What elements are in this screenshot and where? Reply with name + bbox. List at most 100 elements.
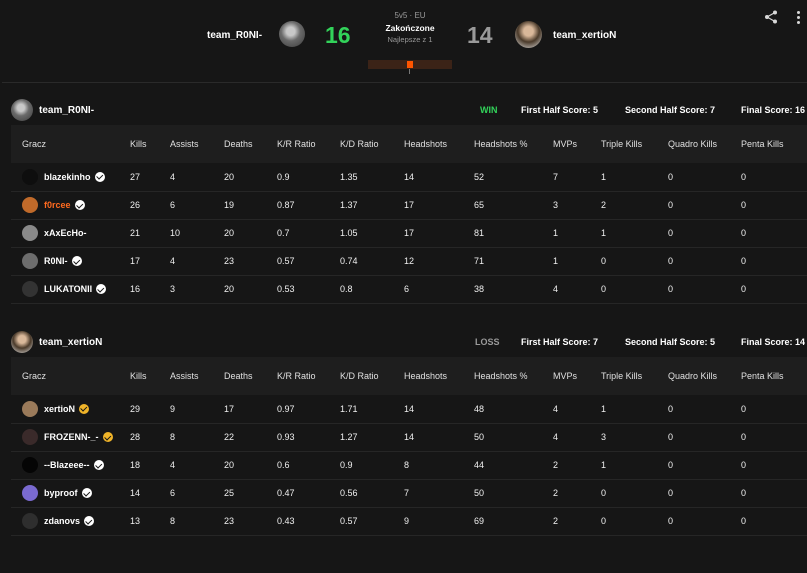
player-avatar[interactable] [22,513,38,529]
result-label: LOSS [475,337,500,347]
team-summary-bar: team_xertioN LOSS First Half Score: 7 Se… [11,329,807,357]
player-name[interactable]: --Blazeee-- [44,460,90,470]
column-header[interactable]: Kills [130,125,170,163]
stat-cell: 0 [668,451,741,480]
team-b-avatar[interactable] [515,21,542,48]
stat-cell: 2 [601,191,668,220]
player-avatar[interactable] [22,168,38,185]
stat-cell: 6 [404,275,474,304]
player-name[interactable]: LUKATONII [44,284,92,294]
column-header[interactable]: Headshots % [474,125,553,163]
column-header[interactable]: Triple Kills [601,125,668,163]
player-name[interactable]: R0NI- [44,256,68,266]
stat-cell: 0 [668,395,741,424]
column-header[interactable]: MVPs [553,357,601,395]
player-cell: byproof [11,479,130,508]
player-avatar[interactable] [22,457,38,473]
column-header[interactable]: Assists [170,357,224,395]
column-header[interactable]: Assists [170,125,224,163]
stat-cell: 0.74 [340,247,404,276]
stat-cell: 0.97 [277,395,340,424]
verified-badge-icon [102,432,113,442]
column-header[interactable]: K/D Ratio [340,125,404,163]
header-team-b-name[interactable]: team_xertioN [553,30,616,41]
player-avatar[interactable] [22,429,38,445]
stat-cell: 4 [170,247,224,276]
player-avatar[interactable] [22,485,38,501]
stat-cell: 3 [170,275,224,304]
timeline-stem [409,69,410,74]
stat-cell: 38 [474,275,553,304]
column-header[interactable]: Gracz [11,357,130,395]
column-header[interactable]: Headshots % [474,357,553,395]
stat-cell: 22 [224,423,277,452]
column-header[interactable]: Deaths [224,125,277,163]
stat-cell: 1 [553,219,601,248]
player-name[interactable]: f0rcee [44,200,71,210]
player-cell: f0rcee [11,191,130,220]
timeline-marker [407,61,413,68]
scoreboard-table: Gracz Kills Assists Deaths K/R Ratio K/D Rati… [11,357,807,536]
header-team-a-name[interactable]: team_R0NI- [207,30,262,41]
column-header[interactable]: Headshots [404,125,474,163]
stat-cell: 44 [474,451,553,480]
stat-cell: 0.8 [340,275,404,304]
column-header[interactable]: MVPs [553,125,601,163]
stat-cell: 1 [553,247,601,276]
column-header[interactable]: Kills [130,357,170,395]
stat-cell: 20 [224,275,277,304]
column-header[interactable]: K/D Ratio [340,357,404,395]
player-name[interactable]: FROZENN-_- [44,432,99,442]
player-avatar[interactable] [22,400,38,417]
player-name[interactable]: blazekinho [44,172,91,182]
stat-cell: 21 [130,219,170,248]
stat-cell: 14 [404,395,474,424]
stat-cell: 1.35 [340,163,404,192]
stat-cell: 13 [130,507,170,536]
stat-cell: 17 [130,247,170,276]
column-header[interactable]: K/R Ratio [277,125,340,163]
stat-cell: 0 [601,247,668,276]
share-icon[interactable] [764,10,778,24]
column-header[interactable]: Penta Kills [741,125,807,163]
column-header[interactable]: K/R Ratio [277,357,340,395]
stat-cell: 20 [224,451,277,480]
stat-cell: 1.37 [340,191,404,220]
stat-cell: 0.9 [340,451,404,480]
column-header[interactable]: Triple Kills [601,357,668,395]
team-avatar[interactable] [11,99,33,121]
second-half-score: Second Half Score: 5 [625,337,716,347]
column-header[interactable]: Deaths [224,357,277,395]
team-a-avatar[interactable] [279,21,305,47]
stat-cell: 9 [404,507,474,536]
column-header[interactable]: Gracz [11,125,130,163]
more-vertical-icon[interactable] [797,11,801,26]
scoreboard-table: Gracz Kills Assists Deaths K/R Ratio K/D Rati… [11,125,807,304]
player-name[interactable]: byproof [44,488,78,498]
player-name[interactable]: xAxEcHo- [44,228,87,238]
stat-cell: 1 [601,451,668,480]
stat-cell: 1 [601,163,668,192]
player-avatar[interactable] [22,197,38,213]
stat-cell: 0 [741,247,807,276]
column-header[interactable]: Penta Kills [741,357,807,395]
player-avatar[interactable] [22,225,38,241]
stat-cell: 81 [474,219,553,248]
stat-cell: 9 [170,395,224,424]
team-name[interactable]: team_xertioN [39,337,102,348]
column-header[interactable]: Quadro Kills [668,357,741,395]
team-avatar[interactable] [11,331,33,353]
team-name[interactable]: team_R0NI- [39,105,94,116]
stat-cell: 10 [170,219,224,248]
player-avatar[interactable] [22,281,38,297]
column-header[interactable]: Quadro Kills [668,125,741,163]
column-header[interactable]: Headshots [404,357,474,395]
match-best-of: Najlepsze z 1 [387,35,433,44]
stat-cell: 3 [601,423,668,452]
stat-cell: 20 [224,219,277,248]
player-row: blazekinho 27 4 20 0.9 1.35 14 52 7 1 0 0 [11,163,807,192]
player-name[interactable]: zdanovs [44,516,80,526]
player-name[interactable]: xertioN [44,404,75,414]
stat-cell: 0.93 [277,423,340,452]
player-avatar[interactable] [22,253,38,269]
